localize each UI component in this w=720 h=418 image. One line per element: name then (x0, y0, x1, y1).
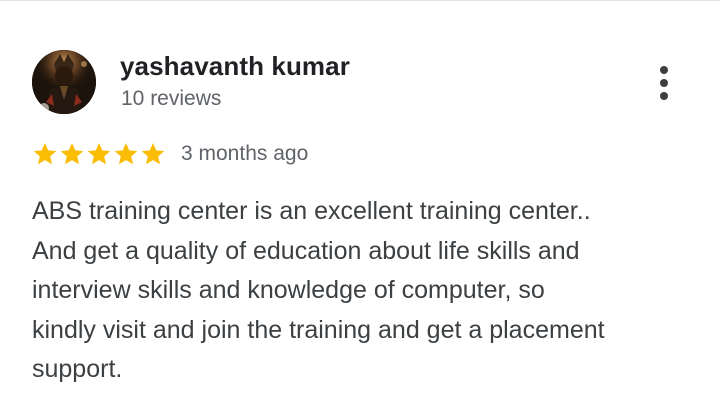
more-options-button[interactable] (648, 63, 680, 103)
avatar-image (32, 50, 96, 114)
star-icon (141, 142, 165, 165)
review-date: 3 months ago (181, 142, 309, 165)
reviewer-review-count: 10 reviews (121, 87, 222, 110)
reviewer-avatar[interactable] (32, 50, 96, 114)
star-icon (114, 142, 138, 165)
rating-row: 3 months ago (32, 139, 308, 169)
reviewer-name[interactable]: yashavanth kumar (120, 51, 350, 82)
star-rating (32, 141, 167, 167)
review-text: ABS training center is an excellent trai… (32, 197, 605, 383)
star-icon (60, 142, 84, 165)
review-card: yashavanth kumar 10 reviews 3 months ago… (0, 0, 720, 418)
star-icon (33, 142, 57, 165)
star-icon (87, 142, 111, 165)
